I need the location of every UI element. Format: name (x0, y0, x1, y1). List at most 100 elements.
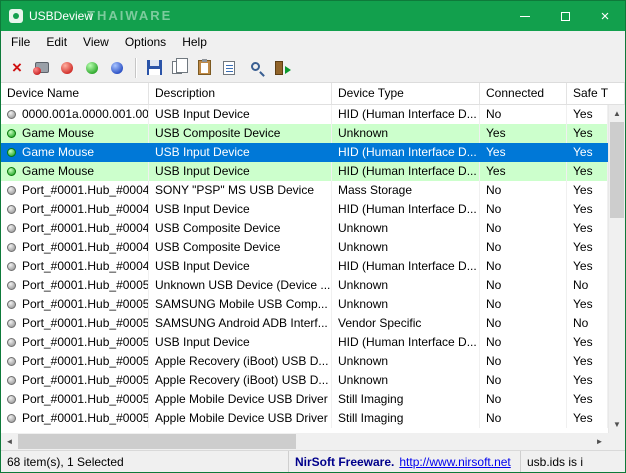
table-row[interactable]: Port_#0001.Hub_#0005 Unknown USB Device (… (1, 276, 608, 295)
cell-connected: Yes (486, 164, 506, 178)
clipboard-icon[interactable] (192, 56, 216, 80)
cell-description: Apple Mobile Device USB Driver (155, 392, 328, 406)
properties-icon[interactable] (217, 56, 241, 80)
cell-safe: Yes (573, 183, 593, 197)
cell-name: Game Mouse (22, 145, 95, 159)
table-row[interactable]: Game Mouse USB Input Device HID (Human Int… (1, 143, 608, 162)
blue-ball-icon[interactable] (105, 56, 129, 80)
table-row[interactable]: Game Mouse USB Input Device HID (Human Int… (1, 162, 608, 181)
table-row[interactable]: Port_#0001.Hub_#0005 SAMSUNG Android ADB … (1, 314, 608, 333)
table-row[interactable]: Port_#0001.Hub_#0004 USB Input Device HID … (1, 257, 608, 276)
menu-item-options[interactable]: Options (117, 32, 174, 52)
cell-device_type: HID (Human Interface D... (338, 107, 477, 121)
device-status-icon (7, 148, 16, 157)
exit-icon[interactable] (267, 56, 291, 80)
cell-name: Port_#0001.Hub_#0004 (22, 202, 148, 216)
table-row[interactable]: Port_#0001.Hub_#0005 SAMSUNG Mobile USB C… (1, 295, 608, 314)
cell-device_type: Mass Storage (338, 183, 413, 197)
table-row[interactable]: 0000.001a.0000.001.00... USB Input Device… (1, 105, 608, 124)
cell-connected: No (486, 202, 502, 216)
watermark-text: THAIWARE (87, 8, 173, 23)
device-status-icon (7, 167, 16, 176)
horizontal-scrollbar[interactable]: ◄ ► (1, 433, 608, 450)
scroll-right-icon[interactable]: ► (591, 433, 608, 450)
close-icon: × (600, 7, 610, 25)
cell-description: Unknown USB Device (Device ... (155, 278, 331, 292)
cell-device_type: Unknown (338, 126, 389, 140)
column-header-description[interactable]: Description (149, 83, 332, 104)
status-usbids-text: usb.ids is i (527, 454, 584, 469)
menu-item-help[interactable]: Help (174, 32, 215, 52)
maximize-button[interactable] (545, 1, 585, 31)
menu-item-file[interactable]: File (3, 32, 38, 52)
vertical-scrollbar[interactable]: ▲ ▼ (608, 105, 625, 433)
scroll-up-icon[interactable]: ▲ (609, 105, 625, 122)
table-row[interactable]: Port_#0001.Hub_#0004 USB Input Device HID … (1, 200, 608, 219)
cell-connected: No (486, 183, 502, 197)
table-row[interactable]: Port_#0001.Hub_#0005 Apple Mobile Device … (1, 390, 608, 409)
menu-item-view[interactable]: View (75, 32, 117, 52)
scroll-down-icon[interactable]: ▼ (609, 416, 625, 433)
cell-connected: No (486, 392, 502, 406)
cell-description: USB Input Device (155, 202, 250, 216)
status-bar: 68 item(s), 1 Selected NirSoft Freeware.… (1, 450, 625, 472)
cell-device_type: HID (Human Interface D... (338, 145, 477, 159)
delete-icon[interactable]: × (5, 56, 29, 80)
cell-device_type: Unknown (338, 373, 389, 387)
cell-name: Port_#0001.Hub_#0005 (22, 411, 148, 425)
table-row[interactable]: Port_#0001.Hub_#0004 USB Composite Device… (1, 238, 608, 257)
menu-item-edit[interactable]: Edit (38, 32, 75, 52)
table-row[interactable]: Port_#0001.Hub_#0004 USB Composite Device… (1, 219, 608, 238)
scrollbar-corner (608, 433, 625, 450)
cell-name: Port_#0001.Hub_#0004 (22, 221, 148, 235)
close-button[interactable]: × (585, 1, 625, 31)
cell-safe: Yes (573, 392, 593, 406)
column-header-device-type[interactable]: Device Type (332, 83, 480, 104)
save-icon[interactable] (142, 56, 166, 80)
cell-name: Port_#0001.Hub_#0005 (22, 354, 148, 368)
title-bar[interactable]: USBDeview THAIWARE × (1, 1, 625, 31)
vertical-scroll-thumb[interactable] (610, 122, 624, 218)
device-status-icon (7, 414, 16, 423)
minimize-button[interactable] (505, 1, 545, 31)
green-ball-icon[interactable] (80, 56, 104, 80)
cell-safe: Yes (573, 259, 593, 273)
cell-connected: No (486, 354, 502, 368)
red-ball-icon[interactable] (55, 56, 79, 80)
horizontal-scroll-thumb[interactable] (18, 434, 296, 449)
column-header-safe-t[interactable]: Safe T (567, 83, 625, 104)
status-items-count: 68 item(s), 1 Selected (1, 451, 289, 472)
app-icon (9, 9, 23, 23)
cell-name: Port_#0001.Hub_#0005 (22, 373, 148, 387)
cell-connected: No (486, 240, 502, 254)
cell-safe: Yes (573, 297, 593, 311)
table-row[interactable]: Port_#0001.Hub_#0005 Apple Recovery (iBoo… (1, 371, 608, 390)
find-icon[interactable] (242, 56, 266, 80)
table-row[interactable]: Port_#0001.Hub_#0005 USB Input Device HID … (1, 333, 608, 352)
cell-description: USB Input Device (155, 107, 250, 121)
cell-connected: Yes (486, 126, 506, 140)
table-row[interactable]: Port_#0001.Hub_#0005 Apple Mobile Device … (1, 409, 608, 428)
cell-safe: No (573, 278, 589, 292)
device-status-icon (7, 205, 16, 214)
cell-device_type: HID (Human Interface D... (338, 335, 477, 349)
cell-connected: No (486, 259, 502, 273)
cell-connected: No (486, 221, 502, 235)
table-row[interactable]: Game Mouse USB Composite Device Unknown Yes… (1, 124, 608, 143)
cell-description: USB Input Device (155, 145, 250, 159)
cell-device_type: Unknown (338, 297, 389, 311)
cell-connected: No (486, 373, 502, 387)
copy-icon[interactable] (167, 56, 191, 80)
scroll-left-icon[interactable]: ◄ (1, 433, 18, 450)
uninstall-device-icon[interactable] (30, 56, 54, 80)
cell-device_type: Unknown (338, 221, 389, 235)
column-header-device-name[interactable]: Device Name (1, 83, 149, 104)
nirsoft-url-link[interactable]: http://www.nirsoft.net (399, 455, 510, 469)
cell-description: USB Composite Device (155, 126, 281, 140)
table-row[interactable]: Port_#0001.Hub_#0005 Apple Recovery (iBoo… (1, 352, 608, 371)
column-header-connected[interactable]: Connected (480, 83, 567, 104)
cell-name: Port_#0001.Hub_#0005 (22, 297, 148, 311)
cell-description: USB Composite Device (155, 240, 281, 254)
cell-device_type: Vendor Specific (338, 316, 422, 330)
table-row[interactable]: Port_#0001.Hub_#0004 SONY "PSP" MS USB De… (1, 181, 608, 200)
